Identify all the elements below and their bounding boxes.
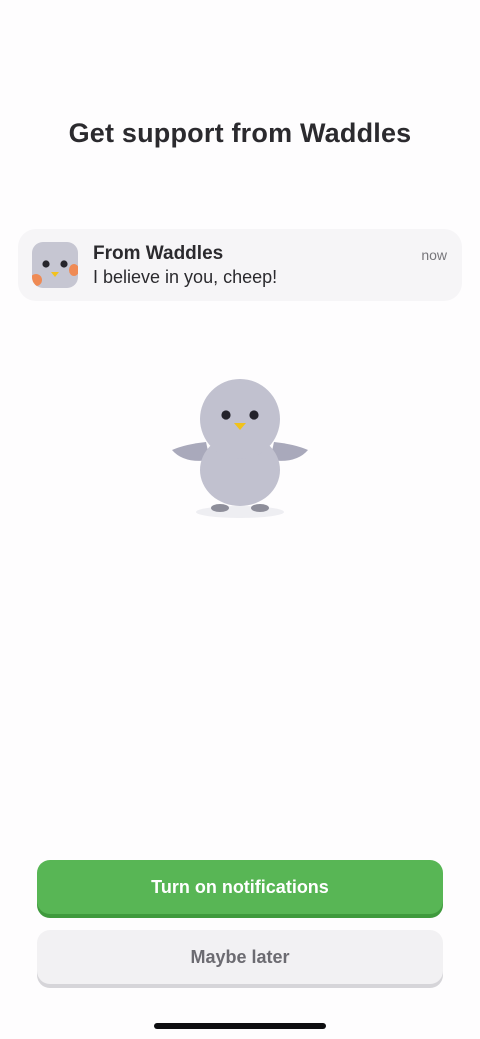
notification-message: I believe in you, cheep! [93, 267, 278, 287]
waddles-penguin-illustration [168, 372, 312, 522]
notification-card[interactable]: From Waddles I believe in you, cheep! no… [18, 229, 462, 301]
notification-sender: From Waddles [93, 243, 224, 264]
maybe-later-button[interactable]: Maybe later [37, 930, 443, 984]
notification-time: now [421, 247, 447, 263]
turn-on-notifications-button[interactable]: Turn on notifications [37, 860, 443, 914]
page-title: Get support from Waddles [68, 118, 412, 148]
waddles-app-icon [32, 242, 78, 288]
home-indicator[interactable] [154, 1023, 326, 1029]
